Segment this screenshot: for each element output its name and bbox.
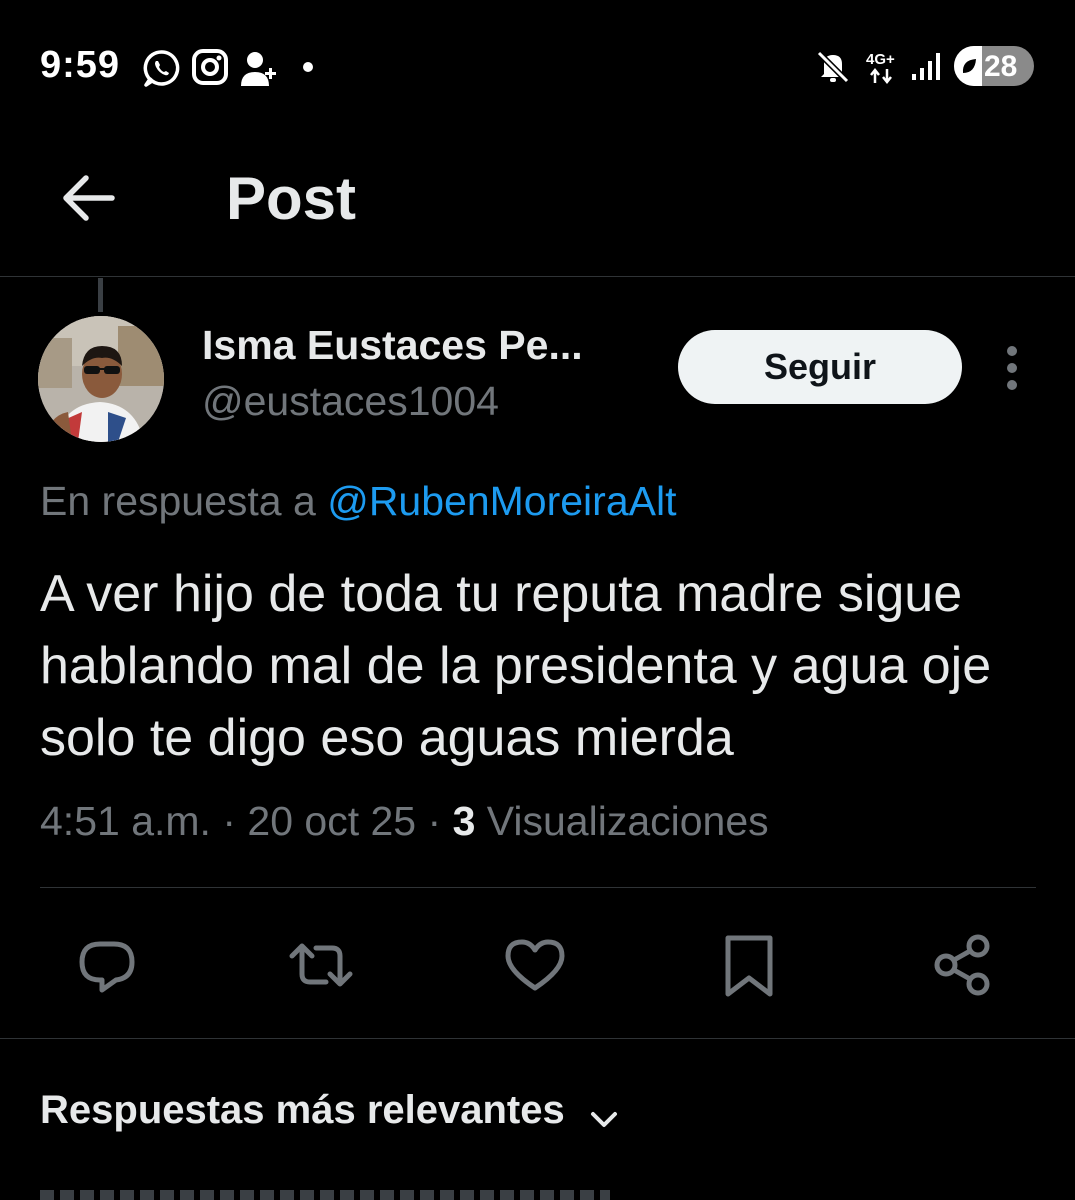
avatar[interactable]: [38, 316, 164, 442]
reply-icon: [79, 941, 135, 993]
status-bar: 9:59 4G+ 28: [0, 0, 1075, 130]
meta-separator: ·: [222, 798, 236, 844]
repost-button[interactable]: [286, 930, 356, 1000]
notification-dot-icon: [303, 62, 313, 72]
follow-button[interactable]: Seguir: [678, 330, 962, 404]
top-app-bar: Post: [0, 130, 1075, 277]
divider: [0, 1038, 1075, 1039]
whatsapp-icon: [143, 50, 180, 87]
battery-icon: 28: [954, 46, 1034, 86]
post-text: A ver hijo de toda tu reputa madre sigue…: [40, 565, 992, 767]
add-contact-icon: [241, 52, 276, 86]
reply-button[interactable]: [72, 930, 142, 1000]
bookmark-icon: [725, 935, 773, 997]
bookmark-button[interactable]: [714, 930, 784, 1000]
divider: [40, 887, 1036, 888]
share-button[interactable]: [928, 930, 998, 1000]
reply-to-prefix: En respuesta a: [40, 478, 316, 524]
instagram-icon: [192, 49, 228, 85]
battery-saver-leaf-icon: [962, 59, 976, 73]
status-time: 9:59: [40, 44, 121, 86]
replies-sort-label: Respuestas más relevantes: [40, 1088, 565, 1132]
post-metadata: 4:51 a.m. · 20 oct 25 · 3 Visualizacione…: [40, 798, 769, 845]
views-label[interactable]: Visualizaciones: [487, 798, 769, 844]
arrow-left-icon: [63, 175, 115, 221]
reply-to-handle-link[interactable]: @RubenMoreiraAlt: [327, 478, 676, 524]
battery-percent: 28: [984, 50, 1018, 83]
meta-separator: ·: [427, 798, 442, 844]
replies-sort-dropdown[interactable]: Respuestas más relevantes: [40, 1088, 621, 1144]
author-handle[interactable]: @eustaces1004: [202, 378, 499, 425]
share-icon: [934, 934, 990, 996]
more-options-button[interactable]: [994, 340, 1030, 396]
reply-context: En respuesta a @RubenMoreiraAlt: [40, 478, 676, 525]
post-action-bar: [0, 920, 1075, 1010]
signal-icon: [912, 53, 940, 80]
next-reply-preview: [40, 1190, 610, 1200]
like-icon: [505, 939, 565, 991]
back-button[interactable]: [50, 160, 126, 236]
network-type: 4G+: [866, 51, 895, 68]
post-time: 4:51 a.m.: [40, 798, 211, 844]
like-button[interactable]: [500, 930, 570, 1000]
author-name[interactable]: Isma Eustaces Pe...: [202, 322, 583, 369]
post-date: 20 oct 25: [247, 798, 417, 844]
network-arrows-icon: [870, 68, 892, 84]
repost-icon: [289, 943, 353, 987]
views-count[interactable]: 3: [453, 798, 476, 844]
more-dot-icon: [1007, 380, 1017, 390]
chevron-down-icon: [591, 1111, 618, 1127]
more-dot-icon: [1007, 363, 1017, 373]
page-title: Post: [226, 165, 357, 232]
mute-icon: [816, 50, 850, 84]
more-dot-icon: [1007, 346, 1017, 356]
thread-connector: [98, 278, 103, 312]
avatar-photo: [38, 316, 164, 442]
